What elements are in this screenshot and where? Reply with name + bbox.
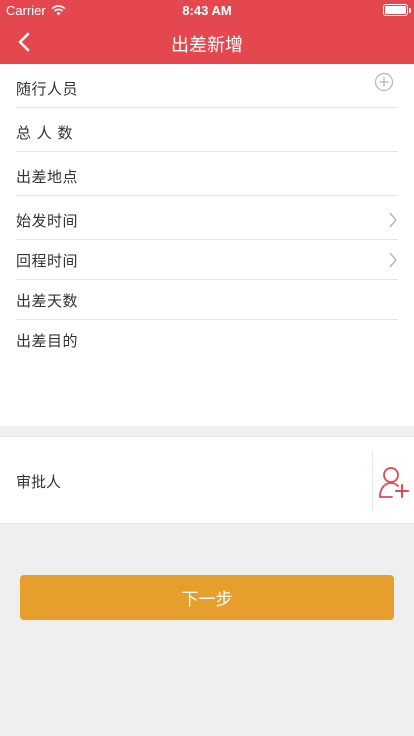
row-total-people[interactable]: 总 人 数: [16, 112, 398, 152]
status-bar: Carrier 8:43 AM: [0, 0, 414, 20]
trip-form: 随行人员 总 人 数 出差地点 始发时间 回程时间 出差天数 出差目的: [0, 64, 414, 426]
row-label: 随行人员: [16, 80, 79, 98]
row-companions[interactable]: 随行人员: [16, 68, 398, 108]
nav-bar: 出差新增: [0, 20, 414, 64]
clock: 8:43 AM: [182, 3, 232, 18]
row-label: 出差天数: [16, 292, 79, 310]
row-departure-time[interactable]: 始发时间: [16, 200, 398, 240]
chevron-right-icon: [389, 212, 397, 228]
row-label: 始发时间: [16, 212, 79, 230]
battery-icon: [383, 4, 411, 16]
row-return-time[interactable]: 回程时间: [16, 240, 398, 280]
row-label: 出差目的: [16, 332, 79, 350]
row-trip-days[interactable]: 出差天数: [16, 280, 398, 320]
next-step-button[interactable]: 下一步: [20, 575, 394, 620]
row-label: 回程时间: [16, 252, 79, 270]
row-destination[interactable]: 出差地点: [16, 156, 398, 196]
chevron-right-icon: [389, 252, 397, 268]
row-label: 总 人 数: [16, 124, 74, 142]
approver-section: 审批人: [0, 436, 414, 524]
page-title: 出差新增: [171, 35, 243, 56]
plus-circle-icon[interactable]: [374, 72, 394, 92]
divider: [372, 451, 373, 511]
row-trip-purpose[interactable]: 出差目的: [16, 320, 398, 360]
approver-label: 审批人: [16, 473, 62, 491]
add-person-icon[interactable]: [377, 465, 411, 499]
row-label: 出差地点: [16, 168, 79, 186]
